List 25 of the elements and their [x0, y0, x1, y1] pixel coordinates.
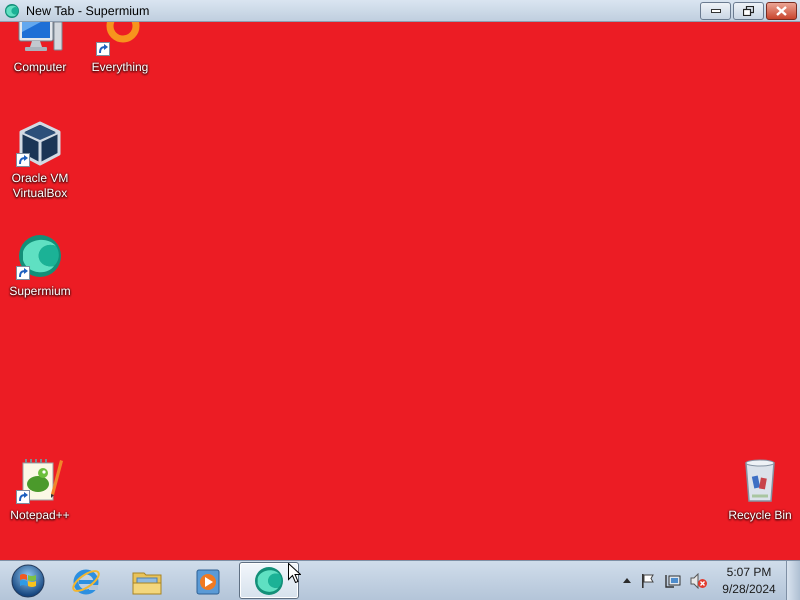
- desktop-icon-label[interactable]: Everything: [92, 60, 148, 75]
- desktop-icon-label[interactable]: Recycle Bin: [728, 508, 792, 523]
- close-icon: [776, 6, 787, 16]
- swirl-sphere-icon[interactable]: [16, 232, 64, 280]
- minimize-button[interactable]: [700, 2, 731, 20]
- network-monitor-icon[interactable]: [665, 572, 681, 588]
- desktop-icon-label[interactable]: Oracle VM VirtualBox: [3, 171, 77, 201]
- mouse-pointer-icon: [288, 563, 301, 583]
- app-logo-icon: [4, 2, 20, 18]
- flag-icon[interactable]: [640, 572, 656, 588]
- windows-orb-icon: [11, 564, 45, 598]
- clock-time[interactable]: 5:07 PM: [726, 564, 772, 580]
- desktop-icon-label[interactable]: Computer: [14, 60, 66, 75]
- minimize-icon: [710, 8, 720, 12]
- taskbar-button[interactable]: [239, 562, 299, 599]
- desktop-icon-label[interactable]: Supermium: [9, 284, 71, 299]
- restore-icon: [743, 6, 754, 16]
- restore-button[interactable]: [733, 2, 764, 20]
- up-triangle-icon[interactable]: [623, 578, 631, 583]
- swirl-sphere-icon: [253, 564, 285, 596]
- desktop-icon-label[interactable]: Notepad++: [10, 508, 70, 523]
- clock-date[interactable]: 9/28/2024: [722, 580, 776, 598]
- muted-speaker-icon[interactable]: [690, 572, 708, 588]
- window-title: New Tab - Supermium: [26, 2, 150, 18]
- close-button[interactable]: [766, 2, 797, 20]
